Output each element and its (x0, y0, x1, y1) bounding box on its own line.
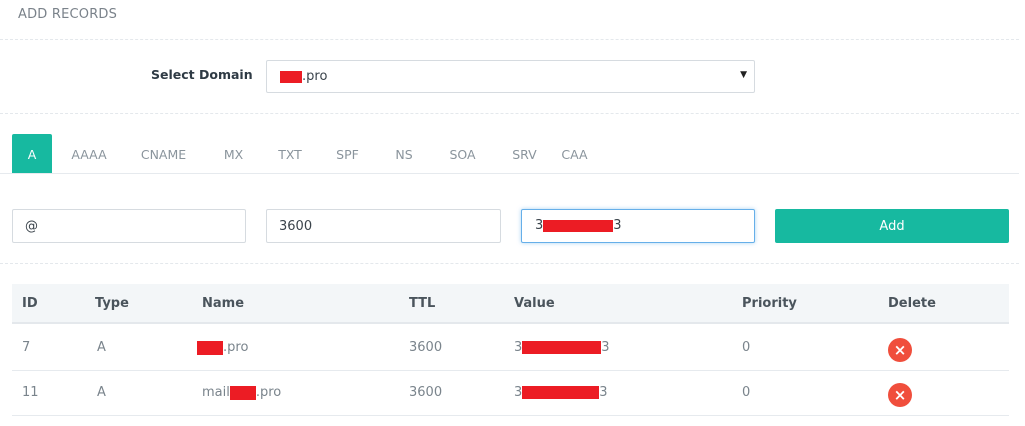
panel-title: ADD RECORDS (18, 7, 118, 22)
close-circle-icon: × (893, 340, 907, 359)
record-type: A (97, 385, 106, 400)
delete-record-button[interactable]: × (888, 383, 912, 407)
record-value-input[interactable]: 3 3 (535, 218, 622, 233)
tabs-underline (0, 173, 1019, 174)
close-circle-icon: × (893, 385, 907, 404)
tab-spf[interactable]: SPF (314, 134, 381, 174)
redaction-mark (197, 340, 223, 355)
redaction-mark (280, 70, 302, 83)
record-id: 7 (22, 340, 31, 355)
redaction-mark (522, 386, 600, 399)
column-header-id: ID (22, 296, 38, 311)
table-row: 11 A mail .pro 3600 3 3 0 × (12, 371, 1009, 416)
table-row: 7 A .pro 3600 3 3 0 × (12, 326, 1009, 371)
divider (0, 263, 1019, 264)
record-value: 3 3 (514, 385, 608, 400)
record-name-field[interactable] (12, 209, 246, 243)
record-value: 3 3 (514, 340, 610, 355)
select-domain-label: Select Domain (151, 67, 253, 82)
record-name: .pro (197, 340, 248, 355)
records-table-header: ID Type Name TTL Value Priority Delete (12, 284, 1009, 324)
record-ttl: 3600 (409, 385, 443, 400)
column-header-priority: Priority (742, 296, 797, 311)
record-value-field[interactable]: 3 3 (521, 209, 755, 243)
column-header-type: Type (95, 296, 129, 311)
record-name: mail .pro (202, 385, 282, 400)
redaction-mark (522, 341, 602, 354)
redaction-mark (229, 385, 256, 400)
tab-cname[interactable]: CNAME (126, 134, 201, 174)
caret-down-icon: ▼ (740, 70, 747, 80)
record-priority: 0 (742, 385, 751, 400)
tab-mx[interactable]: MX (201, 134, 266, 174)
tab-caa[interactable]: CAA (551, 134, 598, 174)
record-priority: 0 (742, 340, 751, 355)
tab-soa[interactable]: SOA (427, 134, 498, 174)
divider (0, 113, 1019, 114)
domain-select[interactable]: .pro ▼ (266, 60, 755, 93)
column-header-ttl: TTL (409, 296, 436, 311)
divider (0, 39, 1019, 40)
record-type-tabs: A AAAA CNAME MX TXT SPF NS SOA SRV CAA (12, 134, 598, 174)
ttl-input[interactable] (267, 210, 500, 242)
domain-select-value: .pro (280, 69, 327, 84)
tab-aaaa[interactable]: AAAA (52, 134, 126, 174)
record-id: 11 (22, 385, 39, 400)
tab-ns[interactable]: NS (381, 134, 427, 174)
record-type: A (97, 340, 106, 355)
tab-a[interactable]: A (12, 134, 52, 174)
ttl-field[interactable] (266, 209, 501, 243)
column-header-value: Value (514, 296, 555, 311)
tab-txt[interactable]: TXT (266, 134, 314, 174)
delete-record-button[interactable]: × (888, 338, 912, 362)
record-ttl: 3600 (409, 340, 443, 355)
record-name-input[interactable] (13, 210, 245, 242)
tab-srv[interactable]: SRV (498, 134, 551, 174)
column-header-delete: Delete (888, 296, 936, 311)
column-header-name: Name (202, 296, 245, 311)
redaction-mark (543, 219, 614, 232)
add-record-button[interactable]: Add (775, 209, 1009, 243)
